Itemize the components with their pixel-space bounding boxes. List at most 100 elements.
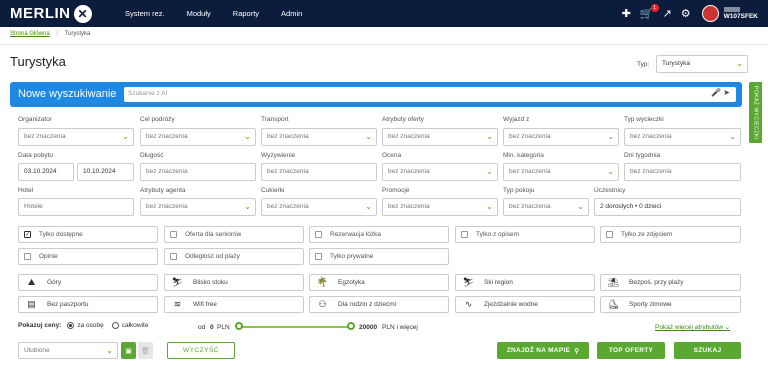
cel-podrozy-label: Cel podróży	[140, 116, 175, 123]
transport-select[interactable]: bez znaczenia ⌄	[261, 128, 377, 146]
ocena-select[interactable]: bez znaczenia ⌄	[382, 163, 498, 181]
hotel-input[interactable]: Hotele	[18, 198, 134, 216]
date-to-input[interactable]: 10.10.2024	[77, 163, 134, 181]
checkbox-tylko-ze-zdjeciem[interactable]: Tylko ze zdjęciem	[600, 226, 741, 243]
attr-label: Bezpoś. przy plaży	[629, 279, 684, 286]
price-slider-track[interactable]	[238, 326, 351, 328]
wyzywienie-input[interactable]: bez znaczenia	[261, 163, 377, 181]
top-icons: ✚ 🛒 1 ↗ ⚙ W107SFEK	[613, 0, 758, 27]
organizator-label: Organizator	[18, 116, 52, 123]
price-slider-min-handle[interactable]	[235, 322, 243, 330]
attr-dla-rodzin[interactable]: ⚇ Dla rodzin z dziećmi	[309, 296, 449, 313]
price-min: 0	[210, 324, 214, 331]
atrybuty-agenta-select[interactable]: bez znaczenia ⌄	[140, 198, 256, 216]
cukierki-label: Cukierki	[261, 187, 285, 194]
checkbox-odleglosc-od-plazy[interactable]: Odległość od plaży	[164, 248, 304, 265]
attr-wifi-free[interactable]: ≋ Wifi free	[164, 296, 304, 313]
delete-favourite-button[interactable]: 🗑	[138, 342, 153, 359]
merlin-logo[interactable]: MERLIN ✕	[10, 4, 92, 23]
dni-tygodnia-input[interactable]: bez znaczenia	[624, 163, 741, 181]
min-kategoria-select[interactable]: bez znaczenia ⌄	[503, 163, 619, 181]
attr-egzotyka[interactable]: 🌴 Egzotyka	[309, 274, 449, 291]
chevron-down-icon: ⌄	[106, 346, 113, 355]
nav-raporty[interactable]: Raporty	[233, 9, 259, 18]
price-currency: PLN	[217, 324, 230, 331]
uczestnicy-input[interactable]: 2 dorosłych • 0 dzieci	[594, 198, 741, 216]
checkbox-label: Tylko z opisem	[476, 231, 519, 238]
chevron-down-icon: ⌄	[486, 202, 493, 211]
cel-podrozy-select[interactable]: bez znaczenia ⌄	[140, 128, 256, 146]
attr-bez-paszportu[interactable]: ▤ Bez paszportu	[18, 296, 158, 313]
typ-pokoju-label: Typ pokoju	[503, 187, 535, 194]
wyjazd-z-select[interactable]: bez znaczenia ⌄	[503, 128, 619, 146]
clear-button[interactable]: WYCZYŚĆ	[167, 342, 235, 359]
favourites-select[interactable]: Ulubione ⌄	[18, 342, 118, 359]
find-on-map-button[interactable]: ZNAJDŹ NA MAPIE ⚲	[497, 342, 589, 359]
checkbox-tylko-dostepne[interactable]: ✓ Tylko dostępne	[18, 226, 158, 243]
ai-search-input[interactable]: Szukanie z AI 🎤 ➤	[124, 87, 736, 102]
total-label: całkowite	[121, 322, 149, 329]
attr-sporty-zimowe[interactable]: ⛸ Sporty zimowe	[600, 296, 741, 313]
cukierki-select[interactable]: bez znaczenia ⌄	[261, 198, 377, 216]
family-icon: ⚇	[318, 299, 327, 309]
attr-blisko-stoku[interactable]: ⛷ Blisko stoku	[164, 274, 304, 291]
gear-icon[interactable]: ⚙	[681, 7, 691, 20]
ski-lift-icon: ⛷	[171, 277, 184, 287]
checkbox-label: Oferta dla seniorów	[185, 231, 242, 238]
search-button[interactable]: SZUKAJ	[674, 342, 741, 359]
favourites-placeholder: Ulubione	[24, 347, 50, 354]
top-offers-button[interactable]: TOP OFERTY	[597, 342, 665, 359]
checkbox-label: Rezerwacja łóżka	[330, 231, 381, 238]
typ-select[interactable]: Turystyka ⌄	[656, 55, 748, 73]
checkbox-icon	[170, 253, 177, 260]
attr-zjezdzalnie-wodne[interactable]: ∿ Zjeżdżalnie wodne	[455, 296, 595, 313]
radio-total[interactable]	[111, 322, 119, 329]
show-more-attributes-link[interactable]: Pokaż więcej atrybutów ⌄	[655, 323, 730, 331]
data-pobytu-label: Data pobytu	[18, 152, 54, 159]
atrybuty-agenta-value: bez znaczenia	[146, 203, 188, 210]
organizator-select[interactable]: bez znaczenia ⌄	[18, 128, 134, 146]
radio-per-person[interactable]	[67, 322, 75, 329]
dlugosc-input[interactable]: bez znaczenia	[140, 163, 256, 181]
user-info[interactable]: W107SFEK	[723, 7, 758, 20]
price-mode: Pokazuj ceny: za osobę całkowite	[18, 322, 148, 329]
nav-admin[interactable]: Admin	[281, 9, 302, 18]
checkbox-rezerwacja-lozka[interactable]: Rezerwacja łóżka	[309, 226, 449, 243]
typ-pokoju-select[interactable]: bez znaczenia ⌄	[503, 198, 589, 216]
send-icon[interactable]: ➤	[723, 88, 730, 97]
promocje-select[interactable]: bez znaczenia ⌄	[382, 198, 498, 216]
transport-label: Transport	[261, 116, 289, 123]
plus-icon[interactable]: ✚	[622, 7, 631, 20]
breadcrumb-home[interactable]: Strona Główna	[10, 31, 50, 37]
price-slider-max-handle[interactable]	[347, 322, 355, 330]
atrybuty-oferty-select[interactable]: bez znaczenia ⌄	[382, 128, 498, 146]
checkbox-checked-icon: ✓	[24, 231, 31, 238]
chevron-down-icon: ⌄	[486, 132, 493, 141]
search-icons: 🎤 ➤	[711, 88, 730, 97]
typ-wycieczki-select[interactable]: bez znaczenia ⌄	[624, 128, 741, 146]
map-pin-icon: ⚲	[574, 347, 580, 355]
nav-system-rez[interactable]: System rez.	[125, 9, 165, 18]
checkbox-tylko-z-opisem[interactable]: Tylko z opisem	[455, 226, 595, 243]
show-trips-side-tab[interactable]: POKAŻ WYCIECZKI	[749, 82, 762, 143]
avatar[interactable]	[701, 5, 719, 22]
checkbox-icon	[461, 231, 468, 238]
chevron-down-icon: ⌄	[736, 59, 743, 68]
cart-icon[interactable]: 🛒 1	[640, 4, 659, 20]
microphone-icon[interactable]: 🎤	[711, 88, 721, 97]
nav-moduly[interactable]: Moduły	[187, 9, 211, 18]
checkbox-tylko-prywatne[interactable]: Tylko prywatne	[309, 248, 449, 265]
ai-search-placeholder: Szukanie z AI	[128, 90, 168, 97]
checkbox-oferta-seniorow[interactable]: Oferta dla seniorów	[164, 226, 304, 243]
external-link-icon[interactable]: ↗	[663, 7, 672, 20]
attr-gory[interactable]: ⛰ Góry	[18, 274, 158, 291]
date-from-input[interactable]: 03.10.2024	[18, 163, 74, 181]
attr-bezpos-przy-plazy[interactable]: ⛱ Bezpoś. przy plaży	[600, 274, 741, 291]
checkbox-opinie[interactable]: Opinie	[18, 248, 158, 265]
ocena-label: Ocena	[382, 152, 402, 159]
transport-value: bez znaczenia	[267, 133, 309, 140]
attr-label: Dla rodzin z dziećmi	[338, 301, 397, 308]
save-favourite-button[interactable]: ▣	[121, 342, 136, 359]
attr-ski-region[interactable]: ⛷ Ski region	[455, 274, 595, 291]
uczestnicy-label: Uczestnicy	[594, 187, 626, 194]
